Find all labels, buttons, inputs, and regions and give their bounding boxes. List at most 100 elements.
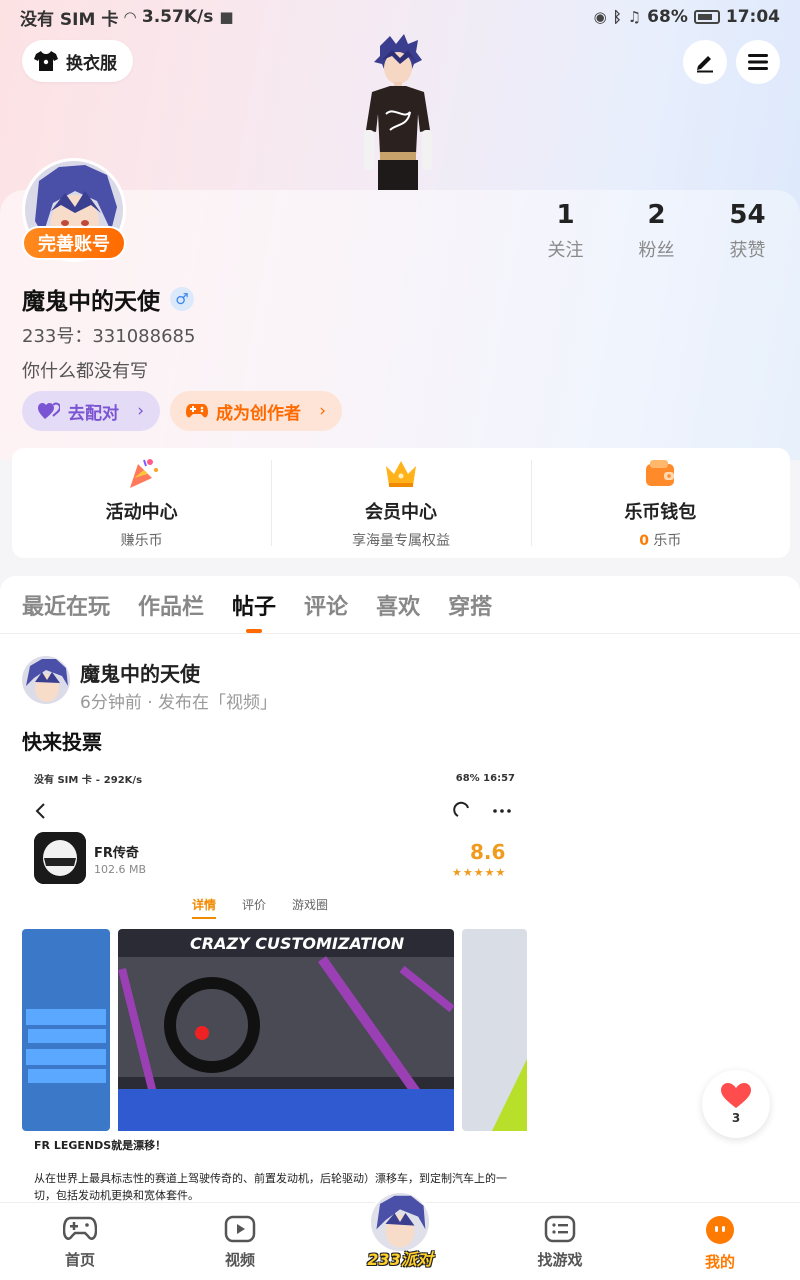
post-title[interactable]: 快来投票 — [22, 726, 102, 755]
mute-bell-icon: ♫ — [627, 8, 642, 26]
video-record-icon: ■ — [219, 8, 234, 26]
carrier-text: 没有 SIM 卡 — [20, 9, 119, 30]
become-creator-button[interactable]: 成为创作者 › — [170, 391, 342, 431]
shot-status-bar: 没有 SIM 卡 ⁃ 292K/s 68% 16:57 — [22, 766, 527, 790]
tab-outfits[interactable]: 穿搭 — [448, 589, 492, 621]
shot-desc-headline: FR LEGENDS就是漂移！ — [34, 1139, 167, 1152]
chevron-right-icon: › — [137, 401, 144, 421]
battery-percent: 68% — [647, 7, 688, 27]
clock: 17:04 — [725, 7, 780, 27]
avatar-character-figure[interactable] — [350, 34, 446, 190]
become-creator-label: 成为创作者 — [216, 403, 301, 424]
feature-title: 会员中心 — [364, 502, 437, 523]
party-popper-icon — [129, 459, 158, 488]
feature-subtitle: 享海量专属权益 — [351, 533, 450, 549]
shot-app-stars: ★★★★★ — [452, 866, 507, 879]
shot-status-right: 68% 16:57 — [455, 772, 515, 784]
stat-label: 关注 — [547, 240, 584, 261]
shot-app-size: 102.6 MB — [94, 863, 147, 876]
complete-account-badge[interactable]: 完善账号 — [22, 226, 126, 260]
status-bar: 没有 SIM 卡 ◠ 3.57K/s ■ ◉ ᛒ ♫ 68% 17:04 — [0, 0, 800, 34]
shot-tab-reviews: 评价 — [242, 898, 267, 912]
match-button[interactable]: 去配对 › — [22, 391, 160, 431]
edit-profile-button[interactable] — [683, 40, 727, 84]
tab-likes[interactable]: 喜欢 — [376, 589, 420, 621]
stat-number: 54 — [729, 200, 766, 230]
tab-posts[interactable]: 帖子 — [232, 589, 276, 621]
coin-wallet-entry[interactable]: 乐币钱包 0 乐币 — [530, 448, 790, 558]
post-feed: 魔鬼中的天使 6分钟前 · 发布在「视频」 快来投票 没有 SIM 卡 ⁃ 29… — [0, 634, 800, 1206]
match-label: 去配对 — [68, 403, 119, 424]
menu-button[interactable] — [736, 40, 780, 84]
shot-app-name: FR传奇 — [94, 846, 139, 861]
tab-works[interactable]: 作品栏 — [138, 589, 204, 621]
play-icon — [224, 1215, 256, 1243]
heart-icon — [721, 1083, 751, 1108]
list-icon — [544, 1215, 576, 1243]
feature-card: 活动中心 赚乐币 会员中心 享海量专属权益 乐币钱包 0 乐币 — [12, 448, 790, 558]
nav-label: 首页 — [64, 1251, 95, 1269]
hamburger-icon — [748, 54, 768, 70]
party-avatar-icon[interactable] — [368, 1190, 432, 1254]
bluetooth-icon: ᛒ — [612, 8, 622, 26]
hearts-icon — [38, 402, 60, 419]
shot-desc-body: 从在世界上最具标志性的赛道上驾驶传奇的、前置发动机，后轮驱动）漂移车，到定制汽车… — [34, 1172, 507, 1202]
stat-label: 获赞 — [729, 240, 766, 261]
user-bio: 你什么都没有写 — [22, 361, 148, 382]
change-outfit-label: 换衣服 — [66, 53, 117, 74]
wifi-icon: ◠ — [124, 8, 136, 26]
gamepad-icon — [186, 404, 208, 418]
nav-party-label[interactable]: 233派对 — [360, 1246, 440, 1270]
pen-icon — [697, 56, 713, 73]
coin-unit: 乐币 — [653, 533, 682, 549]
stat-following[interactable]: 1 关注 — [520, 200, 611, 262]
shot-tab-community: 游戏圈 — [292, 898, 329, 912]
username: 魔鬼中的天使 — [22, 289, 160, 315]
user-id: 233号：331088685 — [22, 326, 196, 347]
shot-tab-details: 详情 — [192, 898, 217, 919]
nav-home[interactable]: 首页 — [0, 1203, 160, 1280]
fr-legends-app-icon — [34, 832, 86, 884]
shot-app-score: 8.6 — [470, 840, 506, 864]
network-speed: 3.57K/s — [141, 7, 214, 27]
male-gender-icon: ♂ — [170, 287, 194, 311]
shot-screenshot-gallery: CRAZY CUSTOMIZATION — [22, 929, 527, 1131]
post-image[interactable]: 没有 SIM 卡 ⁃ 292K/s 68% 16:57 FR传奇 102.6 M… — [22, 766, 527, 1206]
nav-video[interactable]: 视频 — [160, 1203, 320, 1280]
nav-label: 视频 — [224, 1251, 255, 1269]
eye-icon: ◉ — [593, 8, 607, 26]
shot-nav-bar — [35, 801, 511, 819]
nav-label: 我的 — [704, 1253, 735, 1271]
nav-label: 找游戏 — [537, 1251, 583, 1269]
wallet-icon — [646, 460, 675, 486]
post-meta: 6分钟前 · 发布在「视频」 — [80, 693, 278, 713]
activity-center-entry[interactable]: 活动中心 赚乐币 — [12, 448, 271, 558]
shirt-icon — [34, 51, 58, 71]
gamepad-icon — [63, 1216, 97, 1240]
tab-recently-played[interactable]: 最近在玩 — [22, 589, 110, 621]
nav-find-games[interactable]: 找游戏 — [480, 1203, 640, 1280]
feature-title: 乐币钱包 — [624, 502, 697, 523]
coin-balance: 0 — [639, 533, 649, 549]
username-row: 魔鬼中的天使 ♂ — [22, 282, 194, 316]
like-button[interactable]: 3 — [702, 1070, 770, 1138]
post-author-avatar[interactable] — [22, 656, 70, 704]
nav-me[interactable]: 我的 — [640, 1203, 800, 1280]
stat-followers[interactable]: 2 粉丝 — [611, 200, 702, 262]
face-icon — [706, 1216, 734, 1244]
stat-number: 1 — [556, 200, 575, 230]
stat-likes[interactable]: 54 获赞 — [702, 200, 793, 262]
shot-banner-text: CRAZY CUSTOMIZATION — [190, 934, 405, 953]
battery-icon — [693, 10, 720, 24]
post-author-name[interactable]: 魔鬼中的天使 — [80, 658, 200, 687]
shot-status-left: 没有 SIM 卡 ⁃ 292K/s — [34, 774, 143, 786]
vip-center-entry[interactable]: 会员中心 享海量专属权益 — [271, 448, 530, 558]
tab-comments[interactable]: 评论 — [304, 589, 348, 621]
profile-stats: 1 关注 2 粉丝 54 获赞 — [520, 200, 800, 262]
change-outfit-button[interactable]: 换衣服 — [22, 40, 133, 82]
profile-tabs: 最近在玩 作品栏 帖子 评论 喜欢 穿搭 — [0, 576, 800, 634]
stat-label: 粉丝 — [638, 240, 675, 261]
feature-subtitle: 0 乐币 — [639, 530, 681, 550]
like-count: 3 — [731, 1111, 741, 1125]
stat-number: 2 — [647, 200, 666, 230]
